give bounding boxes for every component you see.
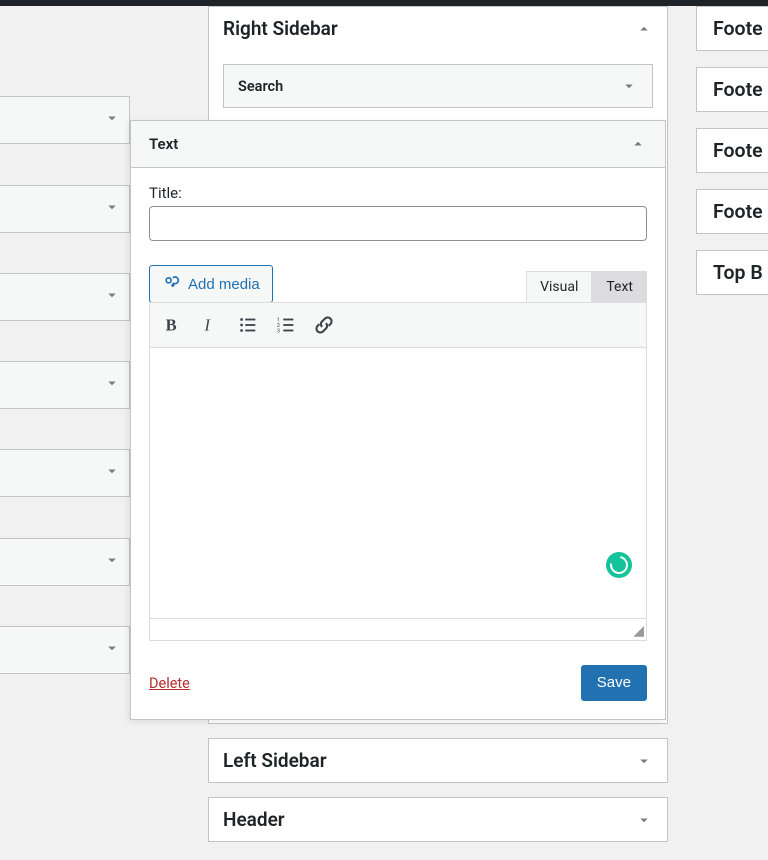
area-title: Left Sidebar [223, 749, 327, 772]
title-label: Title: [149, 184, 647, 202]
italic-button[interactable]: I [192, 307, 228, 343]
svg-text:3: 3 [277, 328, 280, 334]
widget-area-left-sidebar: Left Sidebar [208, 738, 668, 783]
chevron-down-icon [103, 286, 121, 308]
chevron-up-icon [629, 135, 647, 153]
chevron-down-icon [103, 109, 121, 131]
area-title: Top B [713, 261, 768, 284]
editor-statusbar: ◢ [149, 619, 647, 641]
area-title: Header [223, 808, 285, 831]
link-button[interactable] [306, 307, 342, 343]
area-header[interactable]: Header [209, 798, 667, 841]
widget-caption: t Posts. [0, 596, 130, 616]
text-widget-editor: Text Title: Add media Visual Text B I 12… [130, 120, 666, 720]
area-title: Foote [713, 139, 768, 162]
editor-toolbar: B I 123 [149, 302, 647, 348]
chevron-down-icon [635, 752, 653, 770]
widget-caption: ges. [0, 507, 130, 527]
chevron-down-icon [103, 462, 121, 484]
widget-area-footer[interactable]: Foote [696, 189, 768, 234]
delete-link[interactable]: Delete [149, 675, 190, 692]
widget-area-header: Header [208, 797, 668, 842]
widget-search[interactable]: Search [223, 64, 653, 108]
svg-text:B: B [166, 316, 177, 335]
popup-header[interactable]: Text [131, 121, 665, 168]
bullet-list-button[interactable] [230, 307, 266, 343]
avail-widget[interactable] [0, 449, 130, 497]
tab-text[interactable]: Text [592, 271, 647, 303]
svg-text:I: I [204, 316, 212, 335]
chevron-down-icon [103, 198, 121, 220]
avail-widget[interactable] [0, 361, 130, 409]
chevron-down-icon [103, 374, 121, 396]
area-title: Foote [713, 78, 768, 101]
grammarly-icon[interactable] [606, 552, 632, 578]
widget-area-footer[interactable]: Foote [696, 67, 768, 112]
widget-caption: lery. [0, 331, 130, 351]
avail-widget[interactable] [0, 538, 130, 586]
widget-caption: categories. [0, 243, 130, 263]
chevron-down-icon [103, 551, 121, 573]
widget-caption: r site. [0, 684, 130, 704]
title-input[interactable] [149, 206, 647, 241]
area-title: Right Sidebar [223, 17, 338, 40]
content-editor[interactable] [149, 348, 647, 619]
chevron-down-icon [103, 639, 121, 661]
numbered-list-button[interactable]: 123 [268, 307, 304, 343]
area-header[interactable]: Left Sidebar [209, 739, 667, 782]
widget-area-footer[interactable]: Foote [696, 128, 768, 173]
media-icon [162, 272, 182, 296]
widget-caption: ess.org links. [0, 419, 130, 439]
add-media-button[interactable]: Add media [149, 265, 273, 303]
chevron-down-icon [620, 77, 638, 95]
popup-footer: Delete Save [131, 651, 665, 719]
bold-button[interactable]: B [154, 307, 190, 343]
right-areas-col: Foote Foote Foote Foote Top B [696, 6, 768, 311]
widget-label: Search [238, 78, 283, 95]
available-widgets-col: a widget and delete yer. categories. ler… [0, 6, 130, 860]
area-title: Foote [713, 17, 768, 40]
chevron-up-icon [635, 20, 653, 38]
tab-visual[interactable]: Visual [526, 271, 592, 303]
resize-grip-icon[interactable]: ◢ [633, 624, 644, 638]
popup-title: Text [149, 135, 178, 153]
chevron-down-icon [635, 811, 653, 829]
avail-widget[interactable] [0, 626, 130, 674]
avail-widget[interactable] [0, 273, 130, 321]
available-desc: a widget and delete [0, 42, 130, 62]
avail-widget[interactable] [0, 96, 130, 144]
editor-tabs: Visual Text [526, 271, 647, 303]
area-header[interactable]: Right Sidebar [209, 7, 667, 50]
widget-area-footer[interactable]: Foote [696, 6, 768, 51]
widget-area-top[interactable]: Top B [696, 250, 768, 295]
add-media-label: Add media [188, 276, 260, 293]
avail-widget[interactable] [0, 185, 130, 233]
area-title: Foote [713, 200, 768, 223]
save-button[interactable]: Save [581, 665, 647, 701]
widget-caption: yer. [0, 154, 130, 174]
